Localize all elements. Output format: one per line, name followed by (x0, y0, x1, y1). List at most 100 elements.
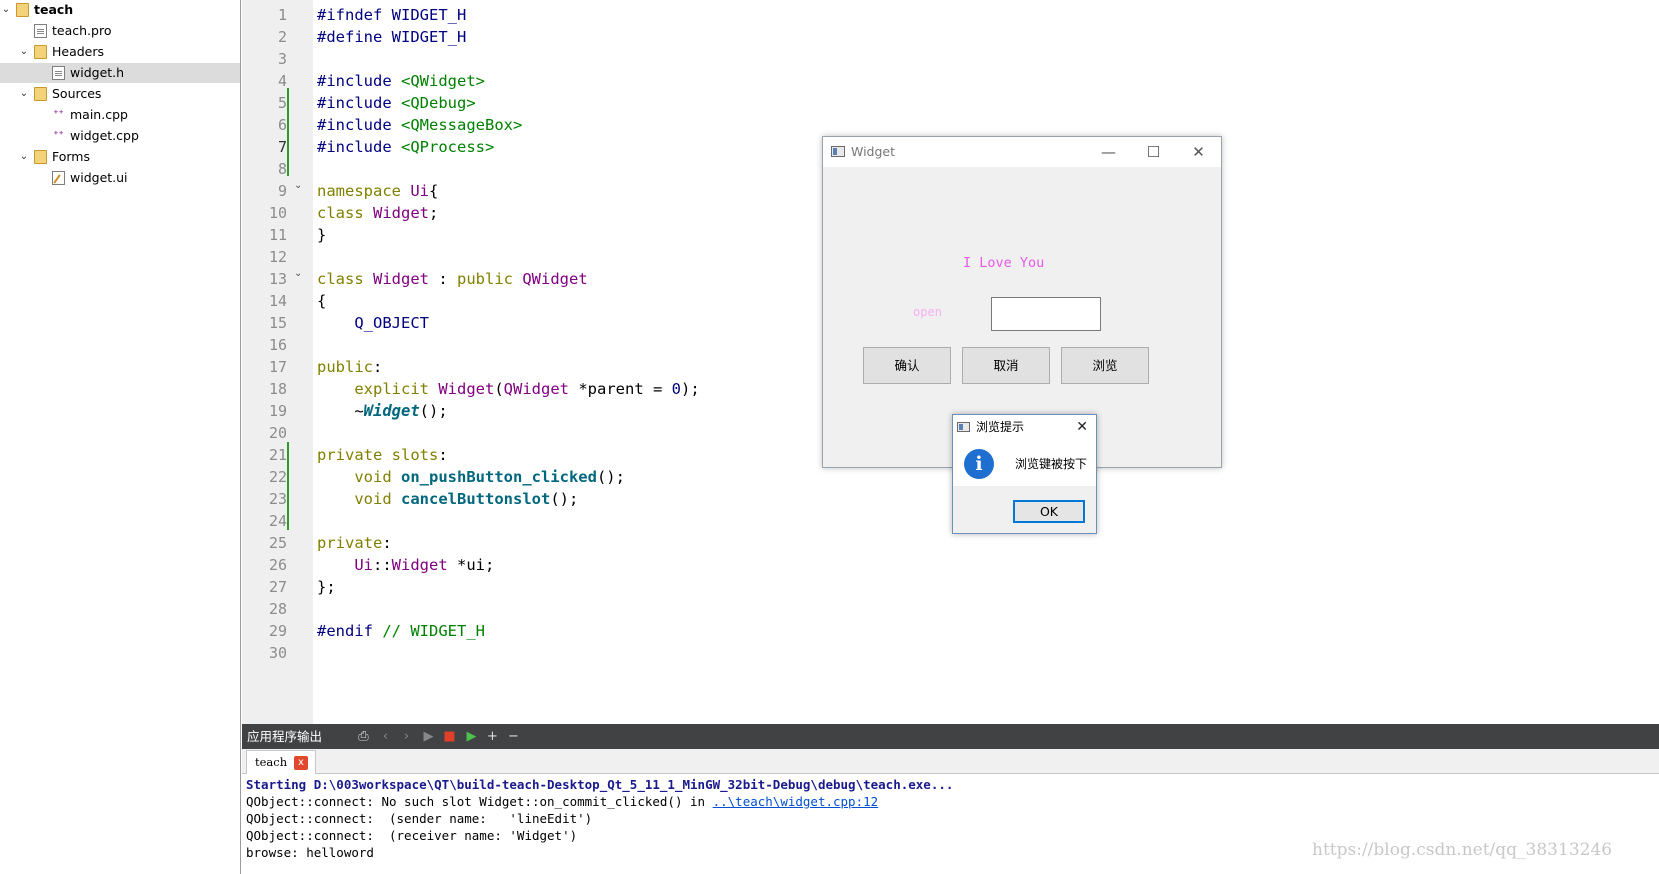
widget-title: Widget (851, 144, 896, 159)
output-line: Starting D:\003workspace\QT\build-teach-… (246, 777, 954, 792)
code-line[interactable]: public: (317, 356, 382, 378)
attach-debugger-icon[interactable]: ▶ (464, 729, 479, 744)
tree-item[interactable]: ⌄ teach (0, 0, 240, 20)
code-line[interactable]: { (317, 290, 326, 312)
change-marker (287, 88, 289, 176)
tree-item[interactable]: ⌄ Forms (0, 147, 240, 167)
code-line[interactable]: class Widget; (317, 202, 438, 224)
line-number: 29 (268, 622, 287, 640)
tree-item[interactable]: ⁺⁺ main.cpp (0, 105, 240, 125)
line-number: 23 (268, 490, 287, 508)
love-label: I Love You (963, 255, 1045, 271)
line-number: 27 (268, 578, 287, 596)
tree-item-label: widget.h (70, 65, 125, 80)
code-line[interactable]: Ui::Widget *ui; (317, 554, 494, 576)
window-icon (957, 422, 970, 432)
close-icon[interactable]: ✕ (1076, 415, 1088, 440)
code-line[interactable]: }; (317, 576, 336, 598)
expand-arrow-icon[interactable]: ⌄ (0, 0, 12, 20)
zoom-in-icon[interactable]: + (485, 729, 500, 744)
code-line[interactable]: #ifndef WIDGET_H (317, 4, 466, 26)
tree-item-label: Sources (52, 86, 102, 101)
line-edit[interactable] (991, 297, 1101, 331)
tree-item[interactable]: ⌄ Headers (0, 42, 240, 62)
output-line: QObject::connect: (sender name: 'lineEdi… (246, 811, 593, 826)
folder-icon (34, 87, 47, 101)
line-number: 30 (268, 644, 287, 662)
line-number: 12 (268, 248, 287, 266)
tree-item-label: Forms (52, 149, 91, 164)
tree-item[interactable]: ⌄ Sources (0, 84, 240, 104)
code-line[interactable]: #define WIDGET_H (317, 26, 466, 48)
next-icon[interactable]: › (399, 729, 414, 744)
open-label: open (913, 305, 942, 319)
browse-button[interactable]: 浏览 (1061, 347, 1149, 384)
window-icon (831, 146, 845, 157)
code-line[interactable]: #include <QWidget> (317, 70, 485, 92)
line-number: 7 (277, 138, 287, 156)
tree-item[interactable]: widget.h (0, 63, 240, 83)
line-number: 9 (277, 182, 287, 200)
code-line[interactable]: ~Widget(); (317, 400, 447, 422)
output-title: 应用程序输出 (247, 729, 323, 744)
code-line[interactable]: Q_OBJECT (317, 312, 429, 334)
clear-output-icon[interactable]: ⎙ (356, 729, 371, 744)
fold-arrow-icon[interactable]: ⌄ (294, 175, 302, 197)
code-line[interactable]: void on_pushButton_clicked(); (317, 466, 625, 488)
code-line[interactable]: private: (317, 532, 392, 554)
output-tab-label: teach (255, 755, 288, 769)
expand-arrow-icon[interactable]: ⌄ (18, 84, 30, 104)
code-line[interactable]: } (317, 224, 326, 246)
code-line[interactable]: #include <QMessageBox> (317, 114, 522, 136)
code-line[interactable]: namespace Ui{ (317, 180, 438, 202)
line-number: 11 (268, 226, 287, 244)
line-number: 18 (268, 380, 287, 398)
code-line[interactable]: #include <QProcess> (317, 136, 494, 158)
fold-arrow-icon[interactable]: ⌄ (294, 263, 302, 285)
line-number: 17 (268, 358, 287, 376)
message-box-title: 浏览提示 (976, 420, 1025, 434)
widget-titlebar[interactable]: Widget — ☐ ✕ (823, 137, 1221, 167)
source-link[interactable]: ..\teach\widget.cpp:12 (713, 794, 879, 809)
code-line[interactable]: class Widget : public QWidget (317, 268, 588, 290)
expand-arrow-icon[interactable]: ⌄ (18, 42, 30, 62)
line-number: 10 (268, 204, 287, 222)
tree-item-label: widget.ui (70, 170, 128, 185)
previous-icon[interactable]: ‹ (378, 729, 393, 744)
information-icon: i (964, 449, 994, 479)
line-number: 28 (268, 600, 287, 618)
tree-item-label: widget.cpp (70, 128, 139, 143)
close-icon[interactable]: ✕ (1176, 137, 1221, 167)
output-tabs: teach x (242, 749, 1659, 774)
line-number: 13 (268, 270, 287, 288)
minimize-icon[interactable]: — (1086, 137, 1131, 167)
output-toolbar: 应用程序输出 ⎙ ‹ › ▶ ■ ▶ + − (242, 724, 1659, 749)
code-line[interactable]: void cancelButtonslot(); (317, 488, 578, 510)
maximize-icon[interactable]: ☐ (1131, 137, 1176, 167)
output-tab-teach[interactable]: teach x (246, 750, 316, 774)
message-box: 浏览提示 ✕ i 浏览键被按下 OK (952, 414, 1097, 534)
message-box-titlebar[interactable]: 浏览提示 ✕ (953, 415, 1096, 440)
line-number: 8 (277, 160, 287, 178)
tree-item-label: Headers (52, 44, 105, 59)
ok-button[interactable]: OK (1013, 500, 1085, 523)
line-number: 2 (277, 28, 287, 46)
tree-item[interactable]: widget.ui (0, 168, 240, 188)
code-line[interactable]: private slots: (317, 444, 448, 466)
zoom-out-icon[interactable]: − (506, 729, 521, 744)
code-line[interactable]: #endif // WIDGET_H (317, 620, 485, 642)
code-line[interactable]: #include <QDebug> (317, 92, 476, 114)
stop-icon[interactable]: ■ (442, 729, 457, 744)
run-icon[interactable]: ▶ (421, 729, 436, 744)
tree-item[interactable]: teach.pro (0, 21, 240, 41)
code-line[interactable]: explicit Widget(QWidget *parent = 0); (317, 378, 699, 400)
folder-icon (16, 3, 29, 17)
tree-item-label: main.cpp (70, 107, 128, 122)
cancel-button[interactable]: 取消 (962, 347, 1050, 384)
line-number: 24 (268, 512, 287, 530)
line-number: 19 (268, 402, 287, 420)
close-tab-icon[interactable]: x (294, 756, 308, 770)
confirm-button[interactable]: 确认 (863, 347, 951, 384)
expand-arrow-icon[interactable]: ⌄ (18, 147, 30, 167)
tree-item[interactable]: ⁺⁺ widget.cpp (0, 126, 240, 146)
